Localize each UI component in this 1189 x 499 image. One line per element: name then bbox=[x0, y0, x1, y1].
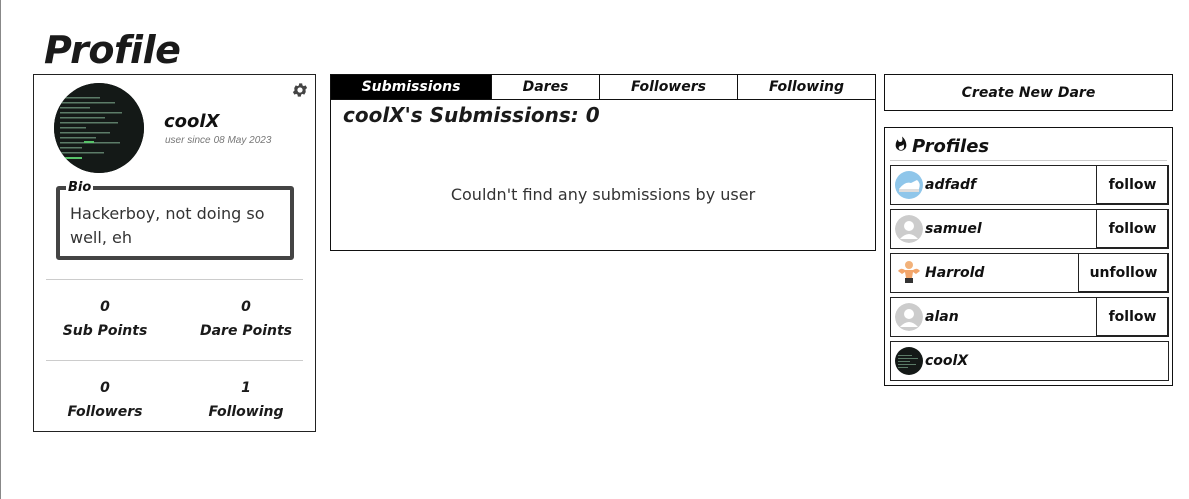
profiles-panel: Profiles adfadf follow samuel follow Har… bbox=[884, 127, 1173, 386]
member-since-label: user since bbox=[165, 135, 211, 146]
default-user-icon bbox=[895, 303, 923, 331]
stat-followers[interactable]: 0 Followers bbox=[40, 380, 170, 420]
follow-button[interactable]: follow bbox=[1096, 210, 1168, 248]
follow-button[interactable]: follow bbox=[1096, 298, 1168, 336]
submissions-empty-message: Couldn't find any submissions by user bbox=[450, 185, 756, 204]
profile-row-harrold[interactable]: Harrold unfollow bbox=[890, 253, 1169, 293]
submissions-heading: coolX's Submissions: 0 bbox=[343, 103, 600, 127]
profile-username: coolX bbox=[164, 111, 220, 132]
user-avatar bbox=[895, 259, 923, 287]
stat-label: Followers bbox=[67, 404, 143, 420]
stat-label: Following bbox=[208, 404, 284, 420]
tab-following[interactable]: Following bbox=[738, 75, 875, 99]
profile-tabs: Submissions Dares Followers Following bbox=[330, 74, 876, 100]
stat-sub-points: 0 Sub Points bbox=[40, 299, 170, 339]
submissions-panel: coolX's Submissions: 0 Couldn't find any… bbox=[330, 99, 876, 251]
stat-value: 0 bbox=[100, 380, 110, 396]
profiles-divider bbox=[890, 160, 1167, 161]
profiles-title: Profiles bbox=[912, 135, 990, 157]
settings-gear-icon[interactable] bbox=[291, 81, 309, 99]
bio-text: Hackerboy, not doing so well, eh bbox=[70, 204, 265, 247]
bio-box: Bio Hackerboy, not doing so well, eh bbox=[56, 180, 294, 260]
bio-label: Bio bbox=[66, 180, 94, 195]
create-new-dare-button[interactable]: Create New Dare bbox=[884, 74, 1173, 111]
user-name[interactable]: adfadf bbox=[925, 177, 976, 193]
tab-dares[interactable]: Dares bbox=[492, 75, 600, 99]
tab-followers[interactable]: Followers bbox=[600, 75, 738, 99]
unfollow-button[interactable]: unfollow bbox=[1078, 254, 1168, 292]
stat-dare-points: 0 Dare Points bbox=[181, 299, 311, 339]
profile-row-coolx[interactable]: coolX bbox=[890, 341, 1169, 381]
page-left-border bbox=[0, 0, 1, 499]
profile-row-alan[interactable]: alan follow bbox=[890, 297, 1169, 337]
follow-button[interactable]: follow bbox=[1096, 166, 1168, 204]
user-avatar bbox=[895, 171, 923, 199]
profile-row-samuel[interactable]: samuel follow bbox=[890, 209, 1169, 249]
profile-avatar bbox=[54, 83, 144, 173]
user-name[interactable]: samuel bbox=[925, 221, 982, 237]
stat-value: 0 bbox=[100, 299, 110, 315]
stats-divider-top bbox=[46, 279, 303, 280]
stat-value: 0 bbox=[241, 299, 251, 315]
stat-following[interactable]: 1 Following bbox=[181, 380, 311, 420]
page-title: Profile bbox=[44, 28, 181, 72]
member-since: user since 08 May 2023 bbox=[165, 135, 271, 146]
user-name[interactable]: coolX bbox=[925, 353, 968, 369]
stat-label: Dare Points bbox=[199, 323, 292, 339]
stat-label: Sub Points bbox=[62, 323, 148, 339]
member-since-date: 08 May 2023 bbox=[213, 135, 272, 146]
profiles-header: Profiles bbox=[893, 134, 989, 158]
stat-value: 1 bbox=[241, 380, 251, 396]
profile-row-adfadf[interactable]: adfadf follow bbox=[890, 165, 1169, 205]
tab-submissions[interactable]: Submissions bbox=[331, 75, 492, 99]
fire-icon bbox=[893, 134, 909, 159]
default-user-icon bbox=[895, 215, 923, 243]
profile-card: coolX user since 08 May 2023 Bio Hackerbo… bbox=[33, 74, 316, 432]
user-name[interactable]: Harrold bbox=[925, 265, 984, 281]
user-name[interactable]: alan bbox=[925, 309, 959, 325]
stats-divider-bottom bbox=[46, 360, 303, 361]
user-avatar bbox=[895, 347, 923, 375]
